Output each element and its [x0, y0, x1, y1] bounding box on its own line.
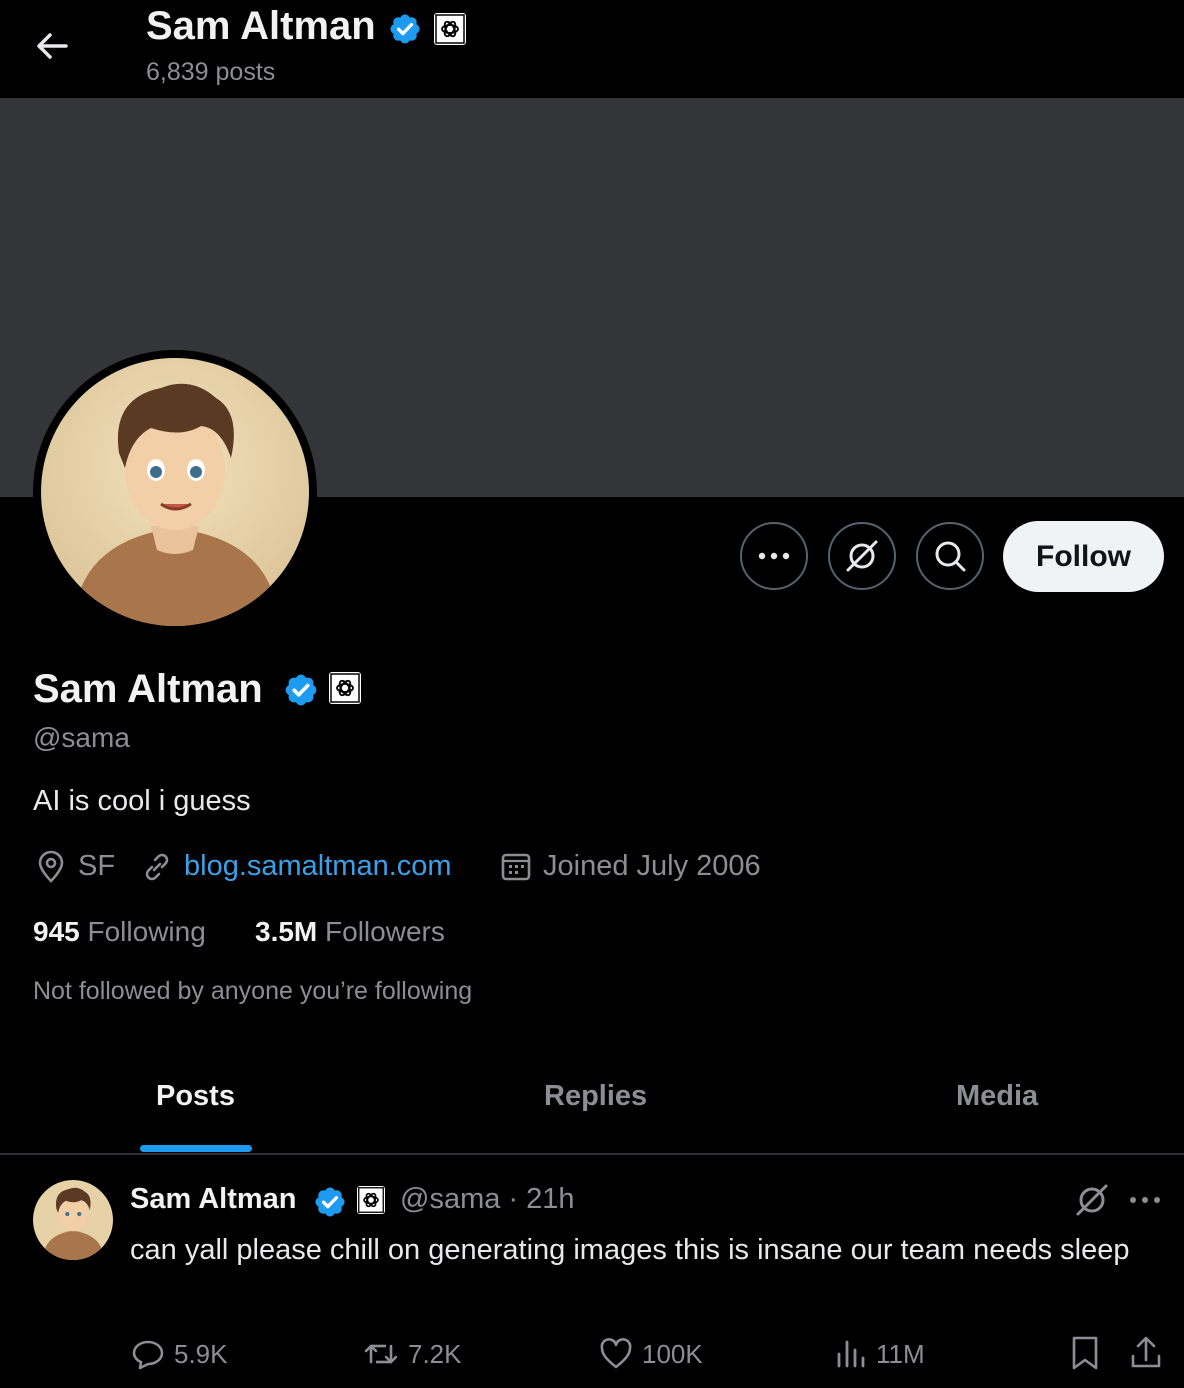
profile-bio: AI is cool i guess [33, 785, 251, 817]
follow-button[interactable]: Follow [1003, 521, 1164, 592]
verified-badge-icon[interactable] [313, 1185, 347, 1219]
post-count: 6,839 posts [146, 58, 276, 86]
profile-location: SF [78, 850, 116, 882]
grok-icon [846, 540, 878, 572]
reply-button[interactable]: 5.9K [130, 1334, 228, 1374]
tab-posts[interactable]: Posts [156, 1080, 235, 1113]
profile-joined-date: Joined July 2006 [543, 850, 761, 882]
tabs-divider [0, 1153, 1184, 1155]
verified-badge-icon[interactable] [283, 672, 319, 708]
more-options-button[interactable] [740, 522, 808, 590]
tweet-author-name[interactable]: Sam Altman [130, 1183, 297, 1216]
tweet-handle-time[interactable]: @sama · 21h [400, 1183, 575, 1216]
tab-media[interactable]: Media [956, 1080, 1038, 1113]
grok-button[interactable] [828, 522, 896, 590]
share-icon[interactable] [1128, 1334, 1164, 1372]
following-link[interactable]: 945 Following [33, 916, 206, 948]
header-name: Sam Altman [146, 4, 376, 48]
more-icon [758, 552, 790, 560]
calendar-icon [500, 850, 532, 882]
openai-logo-icon[interactable] [329, 672, 361, 704]
followers-link[interactable]: 3.5M Followers [255, 916, 445, 948]
search-icon [935, 541, 966, 572]
reply-icon [132, 1340, 164, 1370]
search-profile-button[interactable] [916, 522, 984, 590]
tweet-author-avatar[interactable] [33, 1180, 113, 1260]
following-label: Following [87, 916, 206, 947]
repost-count: 7.2K [408, 1338, 462, 1369]
back-button[interactable] [28, 22, 76, 70]
repost-button[interactable]: 7.2K [362, 1334, 462, 1374]
views-button[interactable]: 11M [834, 1334, 925, 1374]
like-button[interactable]: 100K [598, 1334, 703, 1374]
views-icon [837, 1340, 865, 1368]
verified-badge-icon [388, 12, 422, 46]
link-icon [140, 850, 174, 884]
repost-icon [364, 1344, 398, 1364]
like-count: 100K [642, 1338, 703, 1369]
profile-website-link[interactable]: blog.samaltman.com [184, 850, 452, 883]
views-count: 11M [876, 1338, 925, 1369]
tab-replies[interactable]: Replies [544, 1080, 647, 1113]
location-icon [34, 850, 68, 884]
like-icon [600, 1338, 632, 1369]
grok-icon[interactable] [1074, 1182, 1110, 1218]
followers-count: 3.5M [255, 916, 318, 947]
followers-label: Followers [325, 916, 445, 947]
back-arrow-icon [37, 33, 68, 59]
active-tab-indicator [140, 1145, 252, 1152]
followed-by-note: Not followed by anyone you’re following [33, 977, 473, 1005]
following-count: 945 [33, 916, 80, 947]
profile-name: Sam Altman [33, 667, 263, 711]
bookmark-icon[interactable] [1068, 1334, 1102, 1372]
tweet-text: can yall please chill on generating imag… [130, 1234, 1130, 1266]
openai-logo-icon[interactable] [434, 13, 466, 45]
avatar-image [41, 358, 309, 626]
openai-logo-icon[interactable] [357, 1186, 385, 1214]
reply-count: 5.9K [174, 1338, 228, 1369]
profile-handle: @sama [33, 722, 130, 753]
profile-avatar[interactable] [33, 350, 317, 634]
tweet-more-icon[interactable] [1128, 1188, 1162, 1212]
